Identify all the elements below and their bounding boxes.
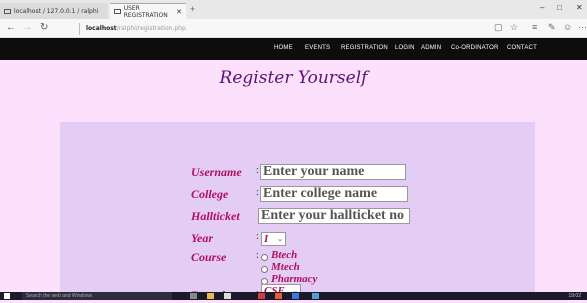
page-title: Register Yourself	[219, 68, 368, 88]
url-host: localhost	[86, 25, 117, 32]
college-label: College	[191, 187, 229, 201]
forward-arrow-icon[interactable]: →	[22, 22, 32, 33]
share-icon[interactable]: ☺	[563, 22, 572, 32]
nav-admin[interactable]: ADMIN	[421, 45, 441, 51]
year-label: Year	[191, 231, 213, 245]
nav-registration[interactable]: REGISTRATION	[341, 45, 388, 51]
store-icon[interactable]	[224, 293, 231, 299]
taskbar-search[interactable]: Search the web and Windows	[22, 292, 172, 300]
tab-label: USER REGISTRATION	[123, 4, 168, 19]
back-arrow-icon[interactable]: ←	[6, 22, 16, 33]
year-select[interactable]: I ⌄	[261, 232, 286, 246]
more-icon[interactable]: ⋯	[578, 22, 587, 33]
tray-clock: 19:02	[568, 293, 581, 299]
year-select-value: I	[264, 233, 269, 245]
browser-tab-bar: localhost / 127.0.0.1 / ralphi USER REGI…	[0, 0, 587, 19]
address-bar-row: ← → ↻ localhost/ralphi/registration.php …	[0, 19, 587, 38]
radio-btech[interactable]	[261, 254, 268, 261]
nav-events[interactable]: EVENTS	[305, 45, 330, 51]
favorite-star-icon[interactable]: ☆	[510, 22, 518, 33]
nav-contact[interactable]: CONTACT	[507, 45, 537, 51]
minimize-button[interactable]: –	[540, 3, 544, 12]
file-explorer-icon[interactable]	[207, 293, 214, 299]
tab-page-icon	[114, 9, 121, 14]
web-note-icon[interactable]: ✎	[548, 22, 556, 33]
windows-taskbar: Search the web and Windows 19:02	[0, 292, 587, 300]
refresh-icon[interactable]: ↻	[40, 22, 48, 33]
edge-browser-icon[interactable]	[292, 293, 299, 299]
url-field[interactable]: localhost/ralphi/registration.php	[79, 23, 486, 35]
browser-tab-active[interactable]: USER REGISTRATION ✕	[110, 3, 186, 19]
app-icon[interactable]	[275, 293, 282, 299]
radio-label-btech: Btech	[271, 249, 298, 261]
nav-home[interactable]: HOME	[274, 45, 293, 51]
nav-coordinator[interactable]: Co-ORDINATOR	[451, 45, 499, 51]
app-icon[interactable]	[258, 293, 265, 299]
url-path: /ralphi/registration.php	[116, 25, 186, 32]
colon: :	[256, 250, 259, 261]
college-input[interactable]: Enter college name	[260, 186, 408, 202]
new-tab-button[interactable]: +	[190, 4, 195, 14]
colon: :	[256, 187, 259, 198]
username-label: Username	[191, 165, 242, 179]
colon: :	[256, 165, 259, 176]
close-tab-icon[interactable]: ✕	[176, 8, 182, 16]
nav-login[interactable]: LOGIN	[395, 45, 415, 51]
site-navbar: HOME EVENTS REGISTRATION LOGIN ADMIN Co-…	[0, 38, 587, 60]
radio-label-mtech: Mtech	[271, 261, 300, 273]
hub-icon[interactable]: ≡	[532, 22, 537, 32]
colon: :	[256, 231, 259, 242]
tab-label: localhost / 127.0.0.1 / ralphi	[14, 7, 99, 15]
radio-mtech[interactable]	[261, 266, 268, 273]
hallticket-label: Hallticket	[191, 209, 240, 223]
close-window-button[interactable]: ✕	[576, 3, 583, 12]
course-label: Course	[191, 250, 227, 264]
maximize-button[interactable]: □	[557, 3, 562, 12]
reading-view-icon[interactable]: ▢	[494, 22, 503, 33]
tab-page-icon	[4, 8, 11, 14]
windows-start-icon[interactable]	[4, 293, 10, 299]
chevron-down-icon: ⌄	[277, 235, 283, 243]
task-view-icon[interactable]	[190, 293, 197, 299]
app-icon[interactable]	[312, 293, 319, 299]
username-input[interactable]: Enter your name	[260, 164, 406, 180]
hallticket-input[interactable]: Enter your hallticket no	[258, 208, 410, 224]
browser-tab[interactable]: localhost / 127.0.0.1 / ralphi	[0, 3, 108, 19]
